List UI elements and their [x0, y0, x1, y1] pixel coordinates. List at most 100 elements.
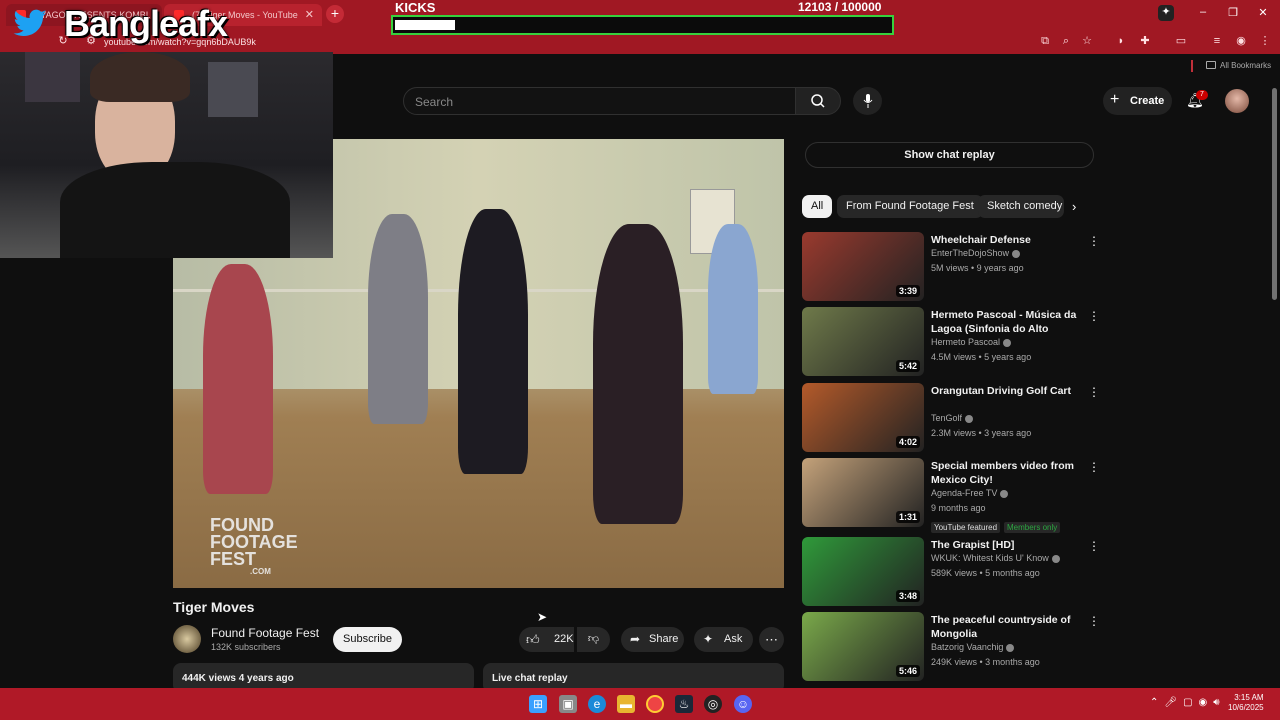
recommendation-channel[interactable]: EnterTheDojoShow [931, 248, 1021, 258]
thumbs-down-icon: 👎︎ [587, 633, 600, 645]
subscriber-count: 132K subscribers [211, 642, 281, 652]
zoom-icon[interactable]: ⌕ [1059, 34, 1073, 48]
recommendation-meta: 4.5M views • 5 years ago [931, 352, 1032, 362]
more-options-icon[interactable]: ⋮ [1088, 539, 1100, 553]
windows-start-icon[interactable]: ⊞ [529, 695, 547, 713]
voice-search-button[interactable] [853, 87, 882, 115]
channel-label: Batzorig Vaanchig [931, 642, 1004, 652]
wall-poster [25, 52, 80, 102]
thumbs-up-icon: 👍︎ [526, 632, 540, 647]
search-button[interactable] [795, 87, 841, 115]
task-view-icon[interactable]: ▣ [559, 695, 577, 713]
close-tab-icon[interactable]: ✕ [305, 8, 314, 21]
dancer [458, 209, 528, 474]
subscribe-button[interactable]: Subscribe [333, 627, 402, 652]
duration-badge: 3:39 [895, 285, 920, 297]
url-field[interactable]: youtube.com/watch?v=gqn6bDAUB9k [96, 33, 1111, 51]
more-options-icon[interactable]: ⋮ [1088, 385, 1100, 399]
new-tab-button[interactable]: + [326, 5, 344, 23]
kicks-goal-count: 12103 / 100000 [798, 0, 882, 14]
puzzle-icon[interactable]: ✚ [1138, 34, 1152, 48]
show-chat-replay-button[interactable]: Show chat replay [805, 142, 1094, 168]
steam-icon[interactable]: ♨ [675, 695, 693, 713]
recommendation-channel[interactable]: Batzorig Vaanchig [931, 642, 1015, 652]
bookmarks-divider [1191, 60, 1193, 72]
video-thumbnail[interactable]: 1:31 [802, 458, 924, 527]
duration-badge: 1:31 [895, 511, 920, 523]
account-avatar[interactable] [1225, 89, 1249, 113]
video-thumbnail[interactable]: 3:39 [802, 232, 924, 301]
verified-check-icon [1003, 338, 1012, 347]
chrome-browser-icon[interactable] [646, 695, 664, 713]
bookmark-star-icon[interactable]: ☆ [1080, 34, 1094, 48]
channel-avatar[interactable] [173, 625, 201, 653]
verified-check-icon [1006, 643, 1015, 652]
kicks-progress-bar [391, 15, 894, 35]
dancer [593, 224, 683, 524]
channel-name[interactable]: Found Footage Fest [211, 626, 319, 640]
chip-sketch-comedy[interactable]: Sketch comedy [978, 195, 1064, 218]
more-actions-button[interactable]: ⋯ [759, 627, 784, 652]
recommendation-title[interactable]: Special members video from Mexico City! [931, 459, 1079, 487]
more-options-icon[interactable]: ⋮ [1088, 614, 1100, 628]
profile-icon[interactable]: ◉ [1234, 34, 1248, 48]
video-thumbnail[interactable]: 5:46 [802, 612, 924, 681]
recommendation-title[interactable]: The Grapist [HD] [931, 538, 1079, 552]
extension-icon[interactable]: ◗ [1114, 34, 1128, 48]
reading-list-icon[interactable]: ≡ [1210, 34, 1224, 48]
chip-all[interactable]: All [802, 195, 833, 218]
channel-label: WKUK: Whitest Kids U' Know [931, 553, 1049, 563]
recommendation-channel[interactable]: Hermeto Pascoal [931, 337, 1012, 347]
discord-icon[interactable]: ☺ [734, 695, 752, 713]
clock[interactable]: 3:15 AM 10/6/2025 [1228, 693, 1264, 713]
video-thumbnail[interactable]: 5:42 [802, 307, 924, 376]
duration-badge: 5:46 [895, 665, 920, 677]
chevron-right-icon[interactable]: › [1072, 199, 1076, 214]
obs-icon[interactable]: ◎ [704, 695, 722, 713]
recommendation-channel[interactable]: WKUK: Whitest Kids U' Know [931, 553, 1060, 563]
recommendation-title[interactable]: Hermeto Pascoal - Música da Lagoa (Sinfo… [931, 308, 1079, 338]
duration-badge: 5:42 [895, 360, 920, 372]
watermark-suffix: .COM [250, 567, 271, 576]
recommendation-item[interactable]: 5:42 Hermeto Pascoal - Música da Lagoa (S… [802, 307, 1102, 379]
recommendation-title[interactable]: Orangutan Driving Golf Cart [931, 384, 1079, 398]
more-options-icon[interactable]: ⋮ [1088, 234, 1100, 248]
menu-icon[interactable]: ⋮ [1258, 34, 1272, 48]
recommendation-item[interactable]: 3:48 The Grapist [HD] WKUK: Whitest Kids U… [802, 537, 1102, 609]
ask-label: Ask [724, 633, 743, 645]
file-explorer-icon[interactable]: ▬ [617, 695, 635, 713]
recommendation-channel[interactable]: Agenda-Free TV [931, 488, 1009, 498]
extension-icon[interactable]: ✦ [1158, 5, 1174, 21]
more-options-icon[interactable]: ⋮ [1088, 460, 1100, 474]
recommendation-item[interactable]: 3:39 Wheelchair Defense EnterTheDojoShow 5M… [802, 232, 1102, 304]
share-arrow-icon: ➦ [630, 632, 641, 646]
recommendation-title[interactable]: Wheelchair Defense [931, 233, 1079, 247]
edge-browser-icon[interactable]: e [588, 695, 606, 713]
system-tray[interactable]: ⌃🎤︎▢◉🔊︎ [1150, 697, 1226, 708]
kicks-progress-fill [395, 20, 455, 30]
verified-check-icon [1051, 554, 1060, 563]
dislike-button[interactable]: 👎︎ [577, 627, 610, 652]
sidepanel-icon[interactable]: ▭ [1174, 34, 1188, 48]
kicks-goal-title: KICKS [395, 0, 436, 15]
mouse-cursor-icon: ➤ [537, 610, 548, 624]
badge-row: YouTube featured Members only [931, 517, 1064, 535]
video-thumbnail[interactable]: 3:48 [802, 537, 924, 606]
recommendation-title[interactable]: The peaceful countryside of Mongolia [931, 613, 1079, 641]
minimize-button[interactable]: – [1194, 6, 1212, 22]
recommendation-item[interactable]: 4:02 Orangutan Driving Golf Cart TenGolf 2.… [802, 383, 1102, 455]
recommendation-item[interactable]: 5:46 The peaceful countryside of Mongolia… [802, 612, 1102, 684]
verified-check-icon [1012, 249, 1021, 258]
video-thumbnail[interactable]: 4:02 [802, 383, 924, 452]
cast-icon[interactable]: ⧉ [1038, 34, 1052, 48]
close-window-button[interactable]: ✕ [1254, 6, 1272, 22]
maximize-button[interactable]: ❐ [1224, 6, 1242, 22]
all-bookmarks-button[interactable]: All Bookmarks [1220, 61, 1271, 70]
more-options-icon[interactable]: ⋮ [1088, 309, 1100, 323]
clock-time: 3:15 AM [1234, 693, 1264, 702]
recommendation-item[interactable]: 1:31 Special members video from Mexico Ci… [802, 458, 1102, 533]
search-input[interactable]: Search [403, 87, 796, 115]
chip-from-channel[interactable]: From Found Footage Fest [837, 195, 983, 218]
recommendation-channel[interactable]: TenGolf [931, 413, 974, 423]
page-scrollbar[interactable] [1272, 88, 1277, 300]
